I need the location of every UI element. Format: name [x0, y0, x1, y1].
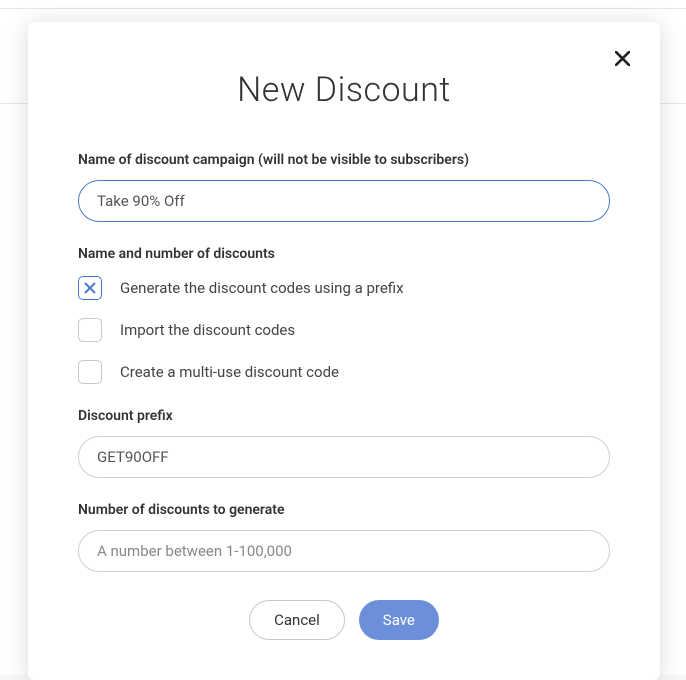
option-multi-use: Create a multi-use discount code: [78, 360, 610, 384]
option-label: Import the discount codes: [120, 321, 295, 339]
new-discount-modal: New Discount Name of discount campaign (…: [28, 22, 660, 680]
option-label: Create a multi-use discount code: [120, 363, 339, 381]
close-button[interactable]: [610, 46, 634, 70]
campaign-name-section: Name of discount campaign (will not be v…: [78, 152, 610, 222]
cancel-button[interactable]: Cancel: [249, 600, 345, 640]
checkbox-generate-prefix[interactable]: [78, 276, 102, 300]
discount-method-label: Name and number of discounts: [78, 246, 610, 262]
number-label: Number of discounts to generate: [78, 502, 610, 518]
number-section: Number of discounts to generate: [78, 502, 610, 572]
modal-title: New Discount: [78, 70, 610, 110]
discount-method-section: Name and number of discounts Generate th…: [78, 246, 610, 384]
modal-actions: Cancel Save: [78, 600, 610, 640]
save-button[interactable]: Save: [359, 600, 439, 640]
campaign-name-input[interactable]: [78, 180, 610, 222]
discount-method-options: Generate the discount codes using a pref…: [78, 276, 610, 384]
prefix-label: Discount prefix: [78, 408, 610, 424]
campaign-name-label: Name of discount campaign (will not be v…: [78, 152, 610, 168]
prefix-section: Discount prefix: [78, 408, 610, 478]
checkbox-import-codes[interactable]: [78, 318, 102, 342]
prefix-input[interactable]: [78, 436, 610, 478]
close-icon: [615, 51, 630, 66]
check-icon: [84, 282, 96, 294]
option-label: Generate the discount codes using a pref…: [120, 279, 404, 297]
checkbox-multi-use[interactable]: [78, 360, 102, 384]
option-generate-prefix: Generate the discount codes using a pref…: [78, 276, 610, 300]
number-input[interactable]: [78, 530, 610, 572]
option-import-codes: Import the discount codes: [78, 318, 610, 342]
